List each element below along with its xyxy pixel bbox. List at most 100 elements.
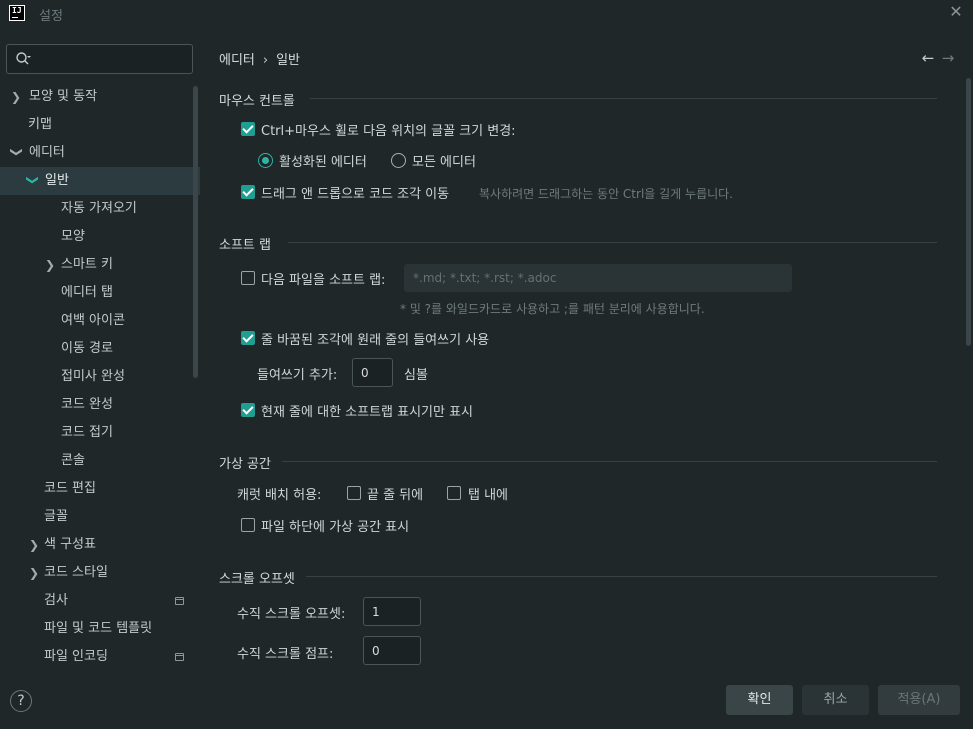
- vertical-scroll-jump-label: 수직 스크롤 점프:: [237, 647, 334, 662]
- tree-item-label: 파일 인코딩: [44, 649, 108, 664]
- drag-drop-hint: 복사하려면 드래그하는 동안 Ctrl을 길게 누릅니다.: [479, 187, 733, 201]
- tree-item-editor-tabs[interactable]: 에디터 탭: [0, 279, 200, 307]
- tree-item-appearance-editor[interactable]: 모양: [0, 223, 200, 251]
- tree-item-auto-import[interactable]: 자동 가져오기: [0, 195, 200, 223]
- vertical-scroll-offset-input[interactable]: [363, 597, 421, 626]
- tree-item-label: 코드 스타일: [44, 565, 108, 580]
- apply-button[interactable]: 적용(A): [878, 685, 960, 715]
- active-editor-label: 활성화된 에디터: [279, 155, 367, 170]
- search-input[interactable]: [37, 49, 187, 69]
- tree-scrollbar[interactable]: [193, 86, 198, 378]
- section-divider: [310, 98, 937, 99]
- section-virtual-space: 가상 공간: [219, 457, 271, 472]
- close-icon[interactable]: ✕: [948, 4, 964, 20]
- tree-item-code-editing[interactable]: 코드 편집: [0, 475, 200, 503]
- drag-drop-checkbox[interactable]: [241, 185, 255, 199]
- caret-placement-label: 캐럿 배치 허용:: [237, 488, 322, 503]
- after-eol-label: 끝 줄 뒤에: [367, 488, 424, 503]
- soft-wrap-files-label: 다음 파일을 소프트 랩:: [261, 273, 386, 288]
- history-nav: ← →: [918, 49, 958, 67]
- tree-item-gutter-icons[interactable]: 여백 아이콘: [0, 307, 200, 335]
- breadcrumb-current: 일반: [276, 53, 301, 68]
- tree-item-label: 색 구성표: [44, 537, 96, 552]
- tree-item-label: 에디터: [29, 145, 65, 160]
- chevron-right-icon[interactable]: ❯: [11, 83, 23, 111]
- breadcrumb-parent[interactable]: 에디터: [219, 53, 255, 68]
- tree-item-label: 에디터 탭: [61, 285, 113, 300]
- inside-tabs-label: 탭 내에: [468, 488, 509, 503]
- drag-drop-label: 드래그 앤 드롭으로 코드 조각 이동: [261, 187, 450, 202]
- tree-item-label: 모양 및 동작: [29, 89, 98, 104]
- cancel-button[interactable]: 취소: [802, 685, 869, 715]
- all-editors-label: 모든 에디터: [412, 155, 476, 170]
- tree-item-label: 코드 접기: [61, 425, 113, 440]
- tree-item-label: 파일 및 코드 템플릿: [44, 621, 153, 636]
- inside-tabs-checkbox[interactable]: [447, 486, 461, 500]
- ok-button[interactable]: 확인: [726, 685, 793, 715]
- tree-item-file-encodings[interactable]: 파일 인코딩: [0, 643, 200, 671]
- search-icon: [16, 52, 31, 65]
- tree-item-label: 콘솔: [61, 453, 85, 468]
- tree-item-editor[interactable]: ❯ 에디터: [0, 139, 200, 167]
- wheel-zoom-checkbox[interactable]: [241, 122, 255, 136]
- section-divider: [288, 242, 937, 243]
- all-editors-radio[interactable]: [391, 153, 406, 168]
- indent-unit-label: 심볼: [404, 368, 428, 383]
- forward-arrow-icon[interactable]: →: [938, 49, 958, 67]
- settings-search[interactable]: [6, 44, 193, 74]
- tree-item-label: 모양: [61, 229, 85, 244]
- help-icon[interactable]: ?: [10, 690, 32, 712]
- after-eol-checkbox[interactable]: [347, 486, 361, 500]
- tree-item-appearance[interactable]: ❯ 모양 및 동작: [0, 83, 200, 111]
- section-divider: [282, 461, 937, 462]
- tree-item-code-completion[interactable]: 코드 완성: [0, 391, 200, 419]
- tree-item-color-scheme[interactable]: ❯ 색 구성표: [0, 531, 200, 559]
- tree-item-label: 여백 아이콘: [61, 313, 125, 328]
- breadcrumb: 에디터 › 일반: [219, 49, 300, 68]
- end-of-file-checkbox[interactable]: [241, 518, 255, 532]
- tree-item-label: 접미사 완성: [61, 369, 125, 384]
- active-editor-radio[interactable]: [258, 153, 273, 168]
- tree-item-label: 코드 편집: [44, 481, 96, 496]
- tree-item-font[interactable]: 글꼴: [0, 503, 200, 531]
- tree-item-label: 스마트 키: [61, 257, 113, 272]
- tree-item-code-folding[interactable]: 코드 접기: [0, 419, 200, 447]
- indent-wrapped-label: 줄 바꿈된 조각에 원래 줄의 들여쓰기 사용: [261, 333, 490, 348]
- chevron-down-icon[interactable]: ❯: [3, 147, 31, 159]
- tree-item-general[interactable]: ❯ 일반: [0, 167, 200, 195]
- tree-item-label: 글꼴: [44, 509, 68, 524]
- vertical-scroll-jump-input[interactable]: [363, 636, 421, 665]
- content-scrollbar[interactable]: [966, 78, 971, 346]
- tree-item-postfix-completion[interactable]: 접미사 완성: [0, 363, 200, 391]
- tree-item-label: 일반: [45, 173, 69, 188]
- tree-item-label: 자동 가져오기: [61, 201, 137, 216]
- indent-add-input[interactable]: [352, 358, 393, 387]
- tree-item-file-templates[interactable]: 파일 및 코드 템플릿: [0, 615, 200, 643]
- chevron-down-icon[interactable]: ❯: [19, 175, 47, 187]
- tree-item-label: 이동 경로: [61, 341, 113, 356]
- tree-item-keymap[interactable]: 키맵: [0, 111, 200, 139]
- tree-item-console[interactable]: 콘솔: [0, 447, 200, 475]
- soft-wrap-files-hint: * 및 ?를 와일드카드로 사용하고 ;를 패턴 분리에 사용합니다.: [400, 302, 705, 316]
- breadcrumb-separator: ›: [262, 53, 269, 68]
- tree-item-smart-keys[interactable]: ❯ 스마트 키: [0, 251, 200, 279]
- window-title: 설정: [39, 9, 63, 24]
- section-scroll-offset: 스크롤 오프셋: [219, 572, 295, 587]
- tree-item-breadcrumbs[interactable]: 이동 경로: [0, 335, 200, 363]
- tree-item-code-style[interactable]: ❯ 코드 스타일: [0, 559, 200, 587]
- back-arrow-icon[interactable]: ←: [918, 49, 938, 67]
- chevron-right-icon[interactable]: ❯: [29, 531, 41, 559]
- indent-wrapped-checkbox[interactable]: [241, 331, 255, 345]
- tree-item-inspections[interactable]: 검사: [0, 587, 200, 615]
- chevron-right-icon[interactable]: ❯: [29, 559, 41, 587]
- current-line-only-checkbox[interactable]: [241, 403, 255, 417]
- vertical-scroll-offset-label: 수직 스크롤 오프셋:: [237, 607, 346, 622]
- settings-tree: ❯ 모양 및 동작 키맵 ❯ 에디터 ❯ 일반 자동 가져오기 모양 ❯ 스마트…: [0, 83, 200, 671]
- chevron-right-icon[interactable]: ❯: [45, 251, 57, 279]
- title-bar: IJ 설정 ✕: [0, 0, 973, 28]
- tree-item-label: 키맵: [28, 117, 52, 132]
- app-logo-icon: IJ: [9, 5, 25, 21]
- soft-wrap-files-input[interactable]: [404, 264, 792, 292]
- indent-add-label: 들여쓰기 추가:: [257, 368, 338, 383]
- soft-wrap-files-checkbox[interactable]: [241, 271, 255, 285]
